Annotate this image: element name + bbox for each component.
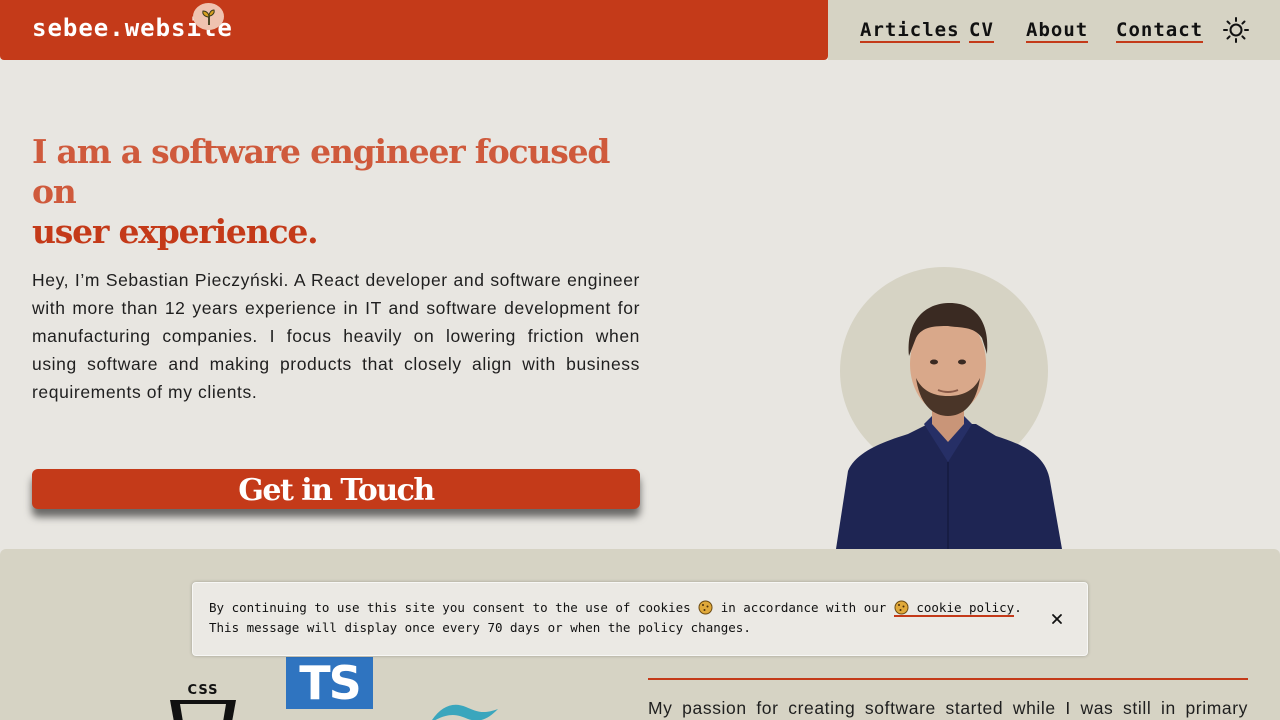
intro-paragraph: Hey, I’m Sebastian Pieczyński. A React d… <box>32 270 640 402</box>
typescript-logo: TS <box>286 657 373 709</box>
headline-line-2: user experience. <box>32 212 319 251</box>
sprout-icon <box>193 3 224 30</box>
css-logo-text: CSS <box>188 683 219 698</box>
cookie-policy-label: cookie policy <box>916 600 1015 615</box>
profile-photo <box>836 266 1062 549</box>
close-icon[interactable] <box>1048 610 1066 628</box>
section-divider <box>648 678 1248 680</box>
get-in-touch-button[interactable]: Get in Touch <box>32 469 640 509</box>
cookie-icon <box>698 600 713 615</box>
tailwind-logo <box>426 701 502 720</box>
cookie-icon <box>894 600 909 615</box>
sun-icon[interactable] <box>1222 16 1250 44</box>
nav-item-articles[interactable]: Articles <box>860 19 960 43</box>
css-logo: CSS <box>170 682 236 720</box>
cookie-text-before: By continuing to use this site you conse… <box>209 600 691 615</box>
nav-item-contact[interactable]: Contact <box>1116 19 1204 43</box>
cookie-text-middle: in accordance with our <box>720 600 887 615</box>
cookie-policy-link[interactable]: cookie policy <box>893 600 1015 617</box>
nav-item-cv[interactable]: CV <box>969 19 994 43</box>
site-header: sebee.website Articles CV About Contact <box>0 0 1280 60</box>
cookie-banner: By continuing to use this site you conse… <box>192 582 1088 656</box>
passion-paragraph: My passion for creating software started… <box>648 698 1248 718</box>
main-nav: Articles CV About Contact <box>828 0 1280 60</box>
page-title: I am a software engineer focused on user… <box>32 132 652 252</box>
headline-line-1: I am a software engineer focused on <box>32 132 610 211</box>
nav-item-about[interactable]: About <box>1026 19 1089 43</box>
brand-bar: sebee.website <box>0 0 828 60</box>
